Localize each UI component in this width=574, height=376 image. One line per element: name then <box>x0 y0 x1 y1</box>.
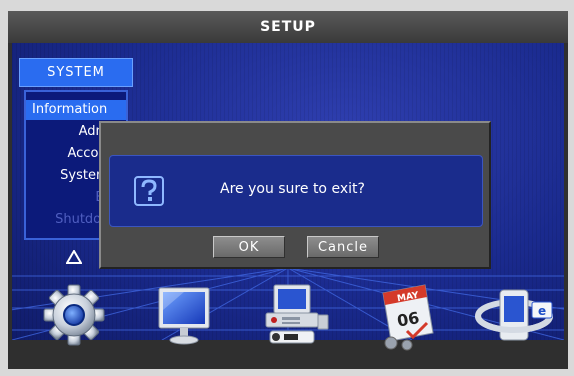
cancel-button[interactable]: Cancle <box>307 236 379 258</box>
dialog-message-box: Are you sure to exit? <box>109 155 483 227</box>
window-title: SETUP <box>8 11 568 43</box>
menu-item-information[interactable]: Information <box>26 100 126 120</box>
calendar-icon[interactable]: MAY 06 <box>377 283 439 351</box>
ok-button[interactable]: OK <box>213 236 285 258</box>
exit-confirm-dialog: Are you sure to exit? OK Cancle <box>99 121 491 269</box>
system-tab[interactable]: SYSTEM <box>19 58 133 87</box>
browser-badge: e <box>538 304 546 318</box>
monitor-icon[interactable] <box>156 286 212 346</box>
gear-icon[interactable] <box>40 284 108 346</box>
computer-camera-icon[interactable] <box>262 283 332 349</box>
network-browser-icon[interactable]: e <box>474 286 558 346</box>
up-triangle-icon[interactable] <box>66 250 82 264</box>
calendar-day: 06 <box>396 308 421 331</box>
question-icon <box>134 176 164 206</box>
dialog-message: Are you sure to exit? <box>220 181 365 197</box>
